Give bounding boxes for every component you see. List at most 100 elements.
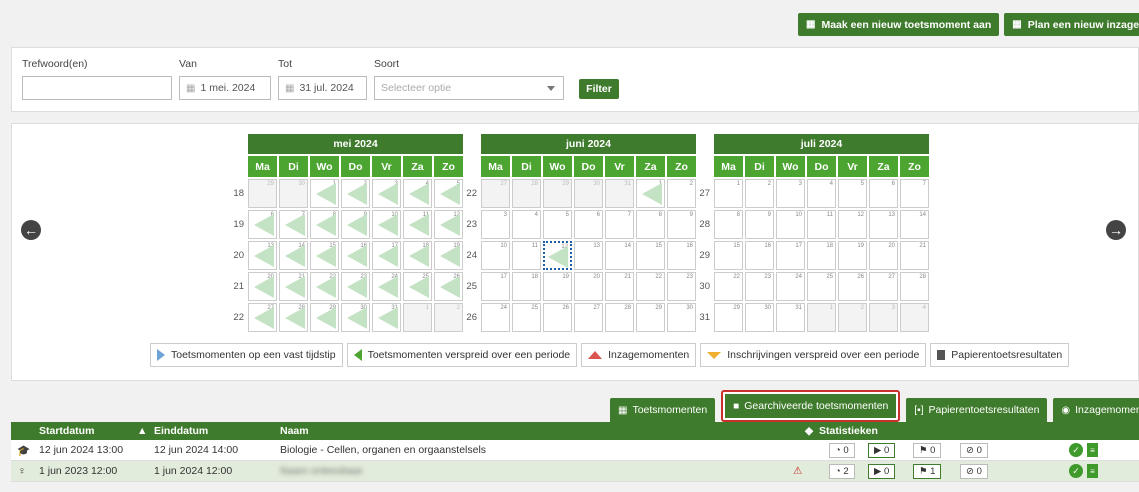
table-row[interactable]: ♀ 1 jun 2023 12:00 1 jun 2024 12:00 Naam… (11, 461, 1139, 482)
from-date-input[interactable]: ▦ 1 mei. 2024 (179, 76, 271, 100)
calendar-day[interactable]: 15 (636, 241, 665, 270)
calendar-day[interactable]: 19 (838, 241, 867, 270)
period-marker-icon[interactable] (409, 183, 429, 205)
calendar-day[interactable]: 17 (776, 241, 805, 270)
calendar-day[interactable]: 4 (807, 179, 836, 208)
period-marker-icon[interactable] (378, 183, 398, 205)
col-start[interactable]: Startdatum (39, 425, 94, 437)
calendar-day[interactable]: 24 (776, 272, 805, 301)
type-select[interactable]: Selecteer optie (374, 76, 564, 100)
calendar-day[interactable]: 4 (403, 179, 432, 208)
calendar-day[interactable]: 8 (310, 210, 339, 239)
calendar-day[interactable]: 30 (574, 179, 603, 208)
calendar-day[interactable]: 15 (310, 241, 339, 270)
calendar-day[interactable]: 24 (481, 303, 510, 332)
calendar-day[interactable]: 13 (869, 210, 898, 239)
col-stats[interactable]: Statistieken (819, 425, 878, 437)
period-marker-icon[interactable] (347, 183, 367, 205)
calendar-day[interactable]: 28 (512, 179, 541, 208)
calendar-day[interactable]: 20 (248, 272, 277, 301)
tab-tests[interactable]: ▦ Toetsmomenten (610, 398, 716, 422)
calendar-day[interactable]: 7 (605, 210, 634, 239)
calendar-day[interactable]: 19 (543, 272, 572, 301)
period-marker-icon[interactable] (378, 276, 398, 298)
calendar-day[interactable]: 31 (372, 303, 401, 332)
arrow-left-icon[interactable]: ← (21, 220, 41, 240)
calendar-day[interactable]: 1 (636, 179, 665, 208)
period-marker-icon[interactable] (347, 307, 367, 329)
period-marker-icon[interactable] (285, 214, 305, 236)
calendar-day[interactable]: 5 (543, 210, 572, 239)
calendar-day[interactable]: 22 (714, 272, 743, 301)
new-test-button[interactable]: ▦ Maak een nieuw toetsmoment aan (798, 13, 1000, 36)
calendar-day[interactable]: 31 (605, 179, 634, 208)
calendar-day[interactable]: 28 (605, 303, 634, 332)
calendar-day[interactable]: 25 (512, 303, 541, 332)
calendar-day[interactable]: 15 (714, 241, 743, 270)
calendar-day[interactable]: 23 (745, 272, 774, 301)
calendar-day[interactable]: 18 (807, 241, 836, 270)
calendar-day[interactable]: 6 (869, 179, 898, 208)
calendar-day[interactable]: 31 (776, 303, 805, 332)
calendar-day[interactable]: 26 (838, 272, 867, 301)
calendar-day[interactable]: 12 (543, 241, 572, 270)
calendar-day[interactable]: 29 (248, 179, 277, 208)
period-marker-icon[interactable] (440, 245, 460, 267)
col-name[interactable]: Naam (280, 425, 309, 437)
calendar-day[interactable]: 13 (574, 241, 603, 270)
calendar-day[interactable]: 11 (807, 210, 836, 239)
tab-paper[interactable]: [▪] Papierentoetsresultaten (906, 398, 1048, 422)
calendar-day[interactable]: 16 (341, 241, 370, 270)
calendar-day[interactable]: 7 (900, 179, 929, 208)
col-end[interactable]: Einddatum (154, 425, 208, 437)
period-marker-icon[interactable] (347, 276, 367, 298)
calendar-day[interactable]: 3 (776, 179, 805, 208)
period-marker-icon[interactable] (285, 245, 305, 267)
check-circle-icon[interactable]: ✓ (1069, 464, 1083, 478)
period-marker-icon[interactable] (409, 214, 429, 236)
calendar-day[interactable]: 9 (341, 210, 370, 239)
period-marker-icon[interactable] (548, 246, 568, 268)
calendar-day[interactable]: 28 (279, 303, 308, 332)
keyword-input[interactable] (22, 76, 172, 100)
calendar-day[interactable]: 24 (372, 272, 401, 301)
document-icon[interactable]: ≡ (1087, 443, 1098, 457)
calendar-day[interactable]: 13 (248, 241, 277, 270)
document-icon[interactable]: ≡ (1087, 464, 1098, 478)
period-marker-icon[interactable] (316, 183, 336, 205)
calendar-day[interactable]: 2 (341, 179, 370, 208)
period-marker-icon[interactable] (378, 307, 398, 329)
calendar-day[interactable]: 30 (341, 303, 370, 332)
row-name[interactable]: Biologie - Cellen, organen en orgaanstel… (280, 444, 486, 456)
filter-button[interactable]: Filter (579, 79, 619, 99)
calendar-day[interactable]: 20 (574, 272, 603, 301)
period-marker-icon[interactable] (316, 307, 336, 329)
calendar-day[interactable]: 22 (310, 272, 339, 301)
period-marker-icon[interactable] (316, 214, 336, 236)
calendar-day[interactable]: 17 (481, 272, 510, 301)
calendar-day[interactable]: 14 (605, 241, 634, 270)
calendar-day[interactable]: 30 (745, 303, 774, 332)
calendar-day[interactable]: 20 (869, 241, 898, 270)
calendar-day[interactable]: 17 (372, 241, 401, 270)
calendar-day[interactable]: 1 (310, 179, 339, 208)
calendar-day[interactable]: 3 (481, 210, 510, 239)
new-review-button[interactable]: ▦ Plan een nieuw inzagemoment (1004, 13, 1139, 36)
to-date-input[interactable]: ▦ 31 jul. 2024 (278, 76, 367, 100)
period-marker-icon[interactable] (316, 276, 336, 298)
calendar-day[interactable]: 10 (481, 241, 510, 270)
sort-up-icon[interactable]: ▲ (137, 425, 147, 437)
table-row[interactable]: 🎓 12 jun 2024 13:00 12 jun 2024 14:00 Bi… (11, 440, 1139, 461)
period-marker-icon[interactable] (254, 245, 274, 267)
calendar-day[interactable]: 23 (341, 272, 370, 301)
calendar-day[interactable]: 10 (776, 210, 805, 239)
calendar-day[interactable]: 21 (279, 272, 308, 301)
period-marker-icon[interactable] (409, 276, 429, 298)
calendar-day[interactable]: 14 (900, 210, 929, 239)
period-marker-icon[interactable] (378, 245, 398, 267)
calendar-day[interactable]: 27 (481, 179, 510, 208)
calendar-day[interactable]: 1 (403, 303, 432, 332)
calendar-day[interactable]: 9 (745, 210, 774, 239)
period-marker-icon[interactable] (409, 245, 429, 267)
calendar-day[interactable]: 29 (636, 303, 665, 332)
